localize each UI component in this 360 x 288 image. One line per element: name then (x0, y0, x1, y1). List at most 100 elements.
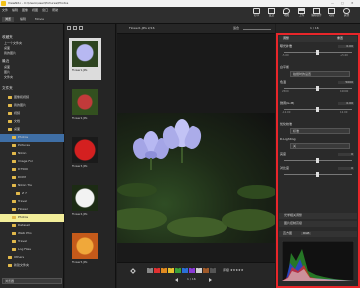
color-label-chip[interactable]: 7 (196, 267, 202, 273)
adjust-value-field[interactable]: 0 (338, 153, 354, 156)
color-label-chip[interactable]: 3 (168, 267, 174, 273)
color-label-chip[interactable]: 9 (210, 267, 216, 273)
adjust-slider-knob[interactable] (316, 86, 319, 91)
prev-button[interactable] (175, 278, 178, 282)
folder-icon (8, 104, 12, 107)
adjust-value-field[interactable]: 5000 (338, 81, 354, 84)
adjust-slider[interactable] (284, 158, 352, 163)
folder-tree-item[interactable]: Others (0, 254, 64, 262)
list-view-icon[interactable] (73, 26, 77, 30)
menu-help[interactable]: 帮助 (52, 9, 58, 12)
thumbnail-card[interactable]: Flower3.JPG (69, 134, 101, 176)
tab-edit[interactable]: 编辑 (17, 17, 29, 22)
menu-edit[interactable]: 编辑 (12, 9, 18, 12)
send-button[interactable]: 发送 (265, 8, 278, 18)
folder-tree-item[interactable]: 桌面 (0, 126, 64, 134)
zoom-slider[interactable] (243, 29, 271, 30)
tab-movie[interactable]: Movie (32, 17, 47, 22)
zoom-label[interactable]: 适合 (233, 27, 239, 30)
collapsed-section[interactable]: 图片控制高级 (279, 221, 357, 227)
folder-tree-item[interactable]: Nikon (0, 150, 64, 158)
folder-tree-item[interactable]: Z 7 (0, 190, 64, 198)
folder-tree-item[interactable]: Photos (0, 214, 64, 222)
adjust-value-field[interactable]: 0.00 (338, 102, 354, 105)
color-label-chip[interactable]: 0 (147, 267, 153, 273)
menu-image[interactable]: 图像 (22, 9, 28, 12)
folder-tree: 图像和视频 我的图片 视频 文档 桌面 Photos Pictures Nikon Image … (0, 94, 64, 270)
adjust-dropdown[interactable]: 标准 (290, 128, 350, 134)
folder-tree-item[interactable]: Photos (0, 134, 64, 142)
edit-software-button[interactable]: 编辑软件 (310, 8, 323, 18)
folder-tree-item[interactable]: 图像和视频 (0, 94, 64, 102)
favorite-item[interactable]: 我的图片 (4, 52, 22, 55)
favorite-item[interactable]: 桌面 (4, 47, 22, 50)
folder-tree-item[interactable]: Dataset (0, 222, 64, 230)
color-label-chip[interactable]: 6 (189, 267, 195, 273)
sort-icon[interactable] (79, 26, 83, 30)
adjust-slider[interactable] (284, 172, 352, 177)
tab-browse[interactable]: 浏览 (2, 17, 15, 22)
recent-item[interactable]: 文件夹 (4, 76, 13, 79)
folder-tree-item[interactable]: Flower (0, 206, 64, 214)
folder-tree-label: Nikon Tra (18, 183, 32, 187)
minimize-button[interactable]: — (331, 2, 334, 5)
recent-item[interactable]: 桌面 (4, 66, 13, 69)
folder-tree-item[interactable]: 新建文件夹 (0, 262, 64, 270)
pencil-icon[interactable] (130, 268, 136, 274)
adjust-max: 12.00 (340, 111, 348, 114)
adjust-value-field[interactable]: 0.00 (338, 45, 354, 48)
menu-view[interactable]: 视图 (32, 9, 38, 12)
adjust-value-field[interactable]: 0 (338, 167, 354, 170)
color-label-chip[interactable]: 8 (203, 267, 209, 273)
thumbnail-image (72, 233, 98, 259)
next-button[interactable] (209, 278, 212, 282)
map-button[interactable]: 地图 (280, 8, 293, 18)
histogram-mode[interactable]: RGB (301, 232, 312, 235)
folder-tree-item[interactable]: 视频 (0, 110, 64, 118)
color-label-chip[interactable]: 2 (161, 267, 167, 273)
thumbnail-card[interactable]: Flower1.JPG (69, 38, 101, 80)
adjust-slider-knob[interactable] (316, 158, 319, 163)
movie-button[interactable]: 动画 (325, 8, 338, 18)
adjust-slider-knob[interactable] (316, 107, 319, 112)
menu-window[interactable]: 窗口 (42, 9, 48, 12)
menu-file[interactable]: 文件 (2, 9, 8, 12)
thumbnail-card[interactable]: Flower2.JPG (69, 86, 101, 128)
folder-tree-item[interactable]: 我的图片 (0, 102, 64, 110)
rating-stars[interactable]: 评级 ★★★★★ (223, 269, 243, 272)
folder-tree-item[interactable]: Nikon Tra (0, 182, 64, 190)
collapsed-section[interactable]: 光学相关调整 (279, 213, 357, 219)
grid-view-icon[interactable] (67, 26, 71, 30)
folder-tree-item[interactable]: Image Fol (0, 158, 64, 166)
thumbnail-card[interactable]: Flower5.JPG (69, 230, 101, 272)
adjust-slider-knob[interactable] (316, 172, 319, 177)
adjust-slider-knob[interactable] (316, 50, 319, 55)
folder-tree-item[interactable]: Pictures (0, 142, 64, 150)
color-label-chip[interactable]: 4 (175, 267, 181, 273)
adjust-dropdown[interactable]: 拍摄时的设置 (290, 71, 350, 77)
color-label-chip[interactable]: 1 (154, 267, 160, 273)
maximize-button[interactable]: □ (341, 2, 344, 5)
folder-tree-item[interactable]: Walk Pho (0, 230, 64, 238)
thumbnail-card[interactable]: Flower4.JPG (69, 182, 101, 224)
close-button[interactable]: ✕ (351, 2, 354, 5)
adjust-tab[interactable]: 调整 (283, 37, 289, 40)
color-label-chip[interactable]: 5 (182, 267, 188, 273)
adjust-dropdown[interactable]: 关 (290, 143, 350, 149)
browser-select[interactable]: 浏览器 (2, 278, 62, 284)
print-button[interactable]: 打印 (250, 8, 263, 18)
folder-tree-item[interactable]: D7500 (0, 166, 64, 174)
folder-tree-item[interactable]: Travel (0, 238, 64, 246)
favorite-item[interactable]: 上一个文件夹 (4, 42, 22, 45)
more-button[interactable]: 其他 (340, 8, 353, 18)
upload-button[interactable]: 上传 (295, 8, 308, 18)
folder-tree-item[interactable]: Travel (0, 198, 64, 206)
recent-item[interactable]: 图片 (4, 71, 13, 74)
adjust-slider[interactable] (284, 86, 352, 91)
adjust-slider[interactable] (284, 50, 352, 55)
folder-tree-item[interactable]: DCIM (0, 174, 64, 182)
folder-tree-item[interactable]: Log Files (0, 246, 64, 254)
adjust-slider[interactable] (284, 107, 352, 112)
reset-button[interactable]: 重置 (337, 37, 343, 40)
folder-tree-item[interactable]: 文档 (0, 118, 64, 126)
